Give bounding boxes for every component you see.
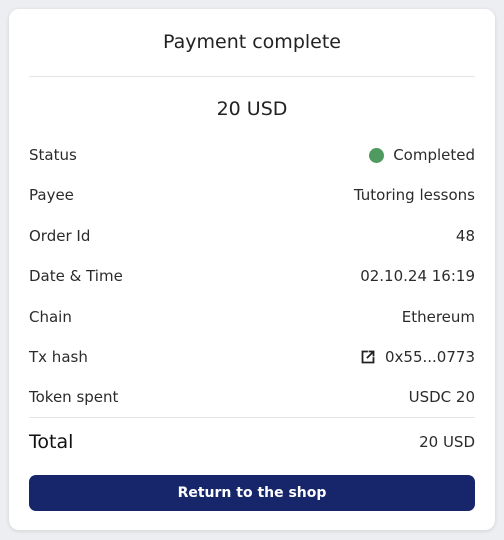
external-link-icon[interactable] [360,349,376,365]
payee-row: Payee Tutoring lessons [29,183,475,207]
order-id-row: Order Id 48 [29,224,475,248]
status-label: Status [29,146,77,164]
payment-amount: 20 USD [216,98,288,120]
status-row: Status Completed [29,143,475,167]
token-spent-row: Token spent USDC 20 [29,385,475,409]
payment-card: Payment complete 20 USD Status Completed… [9,9,495,530]
payee-value: Tutoring lessons [353,186,475,204]
date-time-value: 02.10.24 16:19 [360,267,475,285]
date-time-row: Date & Time 02.10.24 16:19 [29,264,475,288]
status-indicator-icon [369,147,385,163]
tx-hash-label: Tx hash [29,348,88,366]
chain-value: Ethereum [401,308,475,326]
payee-label: Payee [29,186,74,204]
status-value-wrap: Completed [369,146,475,164]
token-spent-label: Token spent [29,388,119,406]
tx-hash-row: Tx hash 0x55...0773 [29,345,475,369]
total-value: 20 USD [419,433,475,451]
total-row: Total 20 USD [29,428,475,456]
chain-row: Chain Ethereum [29,305,475,329]
status-value: Completed [393,146,475,164]
chain-label: Chain [29,308,72,326]
order-id-value: 48 [455,227,475,245]
tx-hash-value[interactable]: 0x55...0773 [385,348,475,366]
page-title: Payment complete [163,31,341,53]
token-spent-value: USDC 20 [408,388,475,406]
header-divider [29,76,475,77]
total-label: Total [29,431,74,453]
date-time-label: Date & Time [29,267,123,285]
tx-hash-value-wrap: 0x55...0773 [360,348,475,366]
order-id-label: Order Id [29,227,91,245]
return-to-shop-button[interactable]: Return to the shop [29,475,475,511]
total-divider [29,417,475,418]
